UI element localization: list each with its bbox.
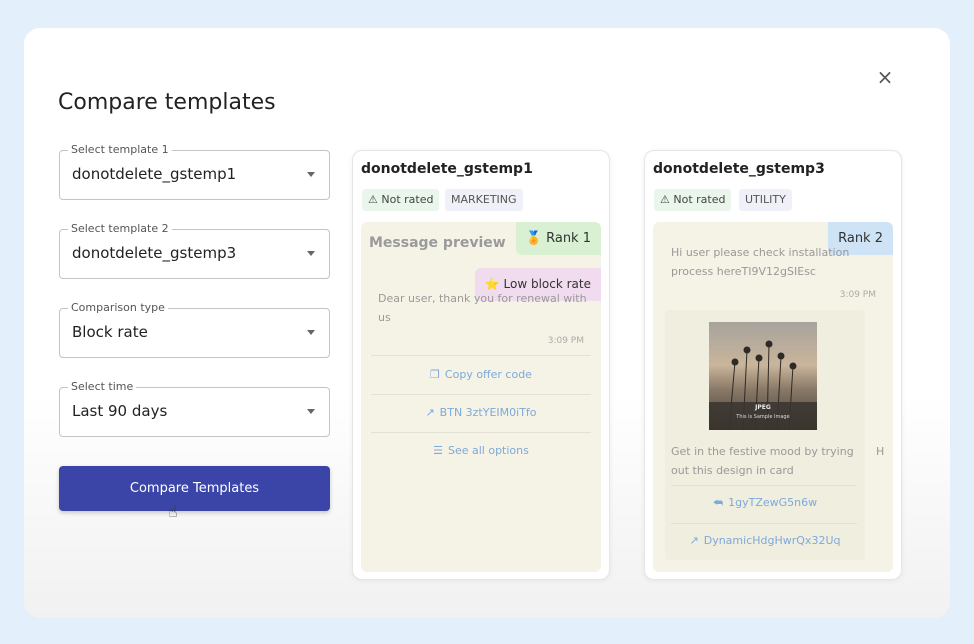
sample-image: JPEG This is Sample Image (709, 322, 817, 430)
template-2-name: donotdelete_gstemp3 (653, 161, 825, 177)
divider (371, 432, 591, 433)
rank-badge: 🏅 Rank 1 (515, 222, 601, 255)
comparison-type-value: Block rate (72, 323, 148, 341)
url-button[interactable]: ↗ DynamicHdgHwrQx32Uq (665, 534, 865, 547)
compare-templates-button[interactable]: Compare Templates (59, 466, 330, 511)
message-time: 3:09 PM (839, 290, 876, 300)
close-icon[interactable]: × (874, 66, 896, 88)
divider (371, 355, 591, 356)
copy-icon: ❐ (430, 368, 440, 381)
image-caption: This is Sample Image (736, 414, 790, 420)
rating-text: Not rated (673, 193, 726, 206)
template-1-name: donotdelete_gstemp1 (361, 161, 533, 177)
warning-icon: ⚠ (368, 193, 378, 206)
quick-reply-button[interactable]: ⮪ 1gyTZewG5n6w (665, 496, 865, 510)
comparison-type-label: Comparison type (68, 301, 168, 315)
hand-cursor-icon: ☝ (168, 502, 178, 521)
rank-text: Rank 1 (546, 231, 591, 246)
medal-icon: 🏅 (525, 231, 542, 246)
see-all-options-button[interactable]: ☰ See all options (361, 444, 601, 457)
message-text: Dear user, thank you for renewal with us (378, 292, 587, 324)
chevron-down-icon (307, 330, 315, 335)
next-card-peek: H (876, 445, 885, 458)
image-label: JPEG (755, 404, 771, 411)
category-chip: MARKETING (445, 189, 523, 211)
category-chip: UTILITY (739, 189, 792, 211)
select-template-1[interactable]: Select template 1 donotdelete_gstemp1 (59, 143, 330, 200)
select-time-label: Select time (68, 380, 137, 394)
template-card-2: donotdelete_gstemp3 ⚠ Not rated UTILITY … (644, 150, 902, 580)
rating-text: Not rated (381, 193, 434, 206)
rating-chip: ⚠ Not rated (362, 189, 440, 211)
template-card-1: donotdelete_gstemp1 ⚠ Not rated MARKETIN… (352, 150, 610, 580)
chevron-down-icon (307, 251, 315, 256)
chevron-down-icon (307, 172, 315, 177)
message-preview: Rank 2 Hi user please check installation… (653, 222, 893, 572)
select-template-2-value: donotdelete_gstemp3 (72, 244, 237, 262)
select-template-2[interactable]: Select template 2 donotdelete_gstemp3 (59, 222, 330, 279)
rating-chip: ⚠ Not rated (654, 189, 732, 211)
message-text: Hi user please check installation proces… (671, 246, 850, 278)
copy-offer-code-button[interactable]: ❐ Copy offer code (361, 368, 601, 381)
warning-icon: ⚠ (660, 193, 670, 206)
url-button[interactable]: ↗ BTN 3ztYEIM0iTfo (361, 406, 601, 419)
media-message-bubble: JPEG This is Sample Image Get in the fes… (665, 310, 865, 560)
select-template-1-value: donotdelete_gstemp1 (72, 165, 237, 183)
list-icon: ☰ (433, 444, 443, 457)
select-time-value: Last 90 days (72, 402, 168, 420)
divider (371, 394, 591, 395)
select-time[interactable]: Select time Last 90 days (59, 380, 330, 437)
select-template-2-label: Select template 2 (68, 222, 172, 236)
select-comparison-type[interactable]: Comparison type Block rate (59, 301, 330, 358)
divider (671, 523, 857, 524)
preview-title: Message preview (369, 235, 506, 251)
message-time: 3:09 PM (547, 336, 584, 346)
reply-icon: ⮪ (712, 496, 724, 509)
external-link-icon: ↗ (689, 534, 699, 547)
select-template-1-label: Select template 1 (68, 143, 172, 157)
card-message-text: Get in the festive mood by trying out th… (671, 445, 854, 477)
divider (671, 485, 857, 486)
dialog-title: Compare templates (58, 90, 276, 115)
external-link-icon: ↗ (425, 406, 435, 419)
chevron-down-icon (307, 409, 315, 414)
message-preview: Message preview 🏅 Rank 1 ⭐ Low block rat… (361, 222, 601, 572)
